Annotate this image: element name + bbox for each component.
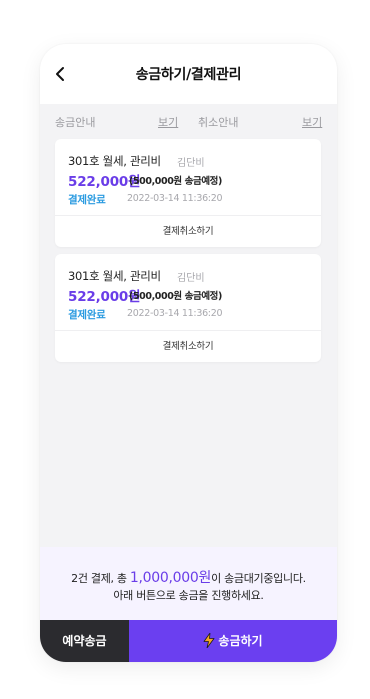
cancel-guide-label: 취소안내: [198, 116, 239, 129]
payment-status: 결제완료: [68, 309, 106, 321]
lightning-bolt-icon: [204, 633, 215, 648]
page-title: 송금하기/결제관리: [135, 67, 242, 83]
reserve-transfer-button[interactable]: 예약송금: [40, 620, 129, 662]
cancel-guide-link[interactable]: 보기: [302, 114, 322, 130]
transfer-guide-link[interactable]: 보기: [158, 114, 178, 130]
payment-status: 결제완료: [68, 194, 106, 206]
cancel-payment-button[interactable]: 결제취소하기: [55, 331, 321, 363]
guide-row: 송금안내 보기 취소안내 보기: [40, 104, 337, 134]
payment-card: 301호 월세, 관리비 김단비 522,000원 (500,000원 송금예정…: [55, 254, 321, 362]
payment-date: 2022-03-14 11:36:20: [127, 193, 223, 204]
payment-owner: 김단비: [177, 158, 205, 169]
payment-date: 2022-03-14 11:36:20: [127, 308, 223, 319]
payment-owner: 김단비: [177, 273, 205, 284]
summary-line-1: 2건 결제, 총 1,000,000원이 송금대기중입니다.: [40, 567, 337, 587]
app-screen: 송금하기/결제관리 송금안내 보기 취소안내 보기 301호 월세, 관리비 김…: [40, 44, 337, 662]
send-money-button[interactable]: 송금하기: [129, 620, 337, 662]
payment-card: 301호 월세, 관리비 김단비 522,000원 (500,000원 송금예정…: [55, 139, 321, 247]
send-money-label: 송금하기: [218, 634, 263, 648]
payment-name: 301호 월세, 관리비: [68, 269, 161, 283]
payment-scheduled: (500,000원 송금예정): [129, 176, 222, 187]
summary-suffix: 이 송금대기중입니다.: [211, 572, 306, 585]
payment-scheduled: (500,000원 송금예정): [129, 291, 222, 302]
pending-summary: 2건 결제, 총 1,000,000원이 송금대기중입니다. 아래 버튼으로 송…: [40, 547, 337, 620]
summary-line-2: 아래 버튼으로 송금을 진행하세요.: [113, 589, 264, 602]
header: 송금하기/결제관리: [40, 44, 337, 104]
payment-name: 301호 월세, 관리비: [68, 154, 161, 168]
summary-prefix: 2건 결제, 총: [71, 572, 130, 585]
cancel-payment-button[interactable]: 결제취소하기: [55, 216, 321, 248]
summary-total: 1,000,000원: [129, 570, 212, 586]
transfer-guide-label: 송금안내: [55, 116, 96, 129]
